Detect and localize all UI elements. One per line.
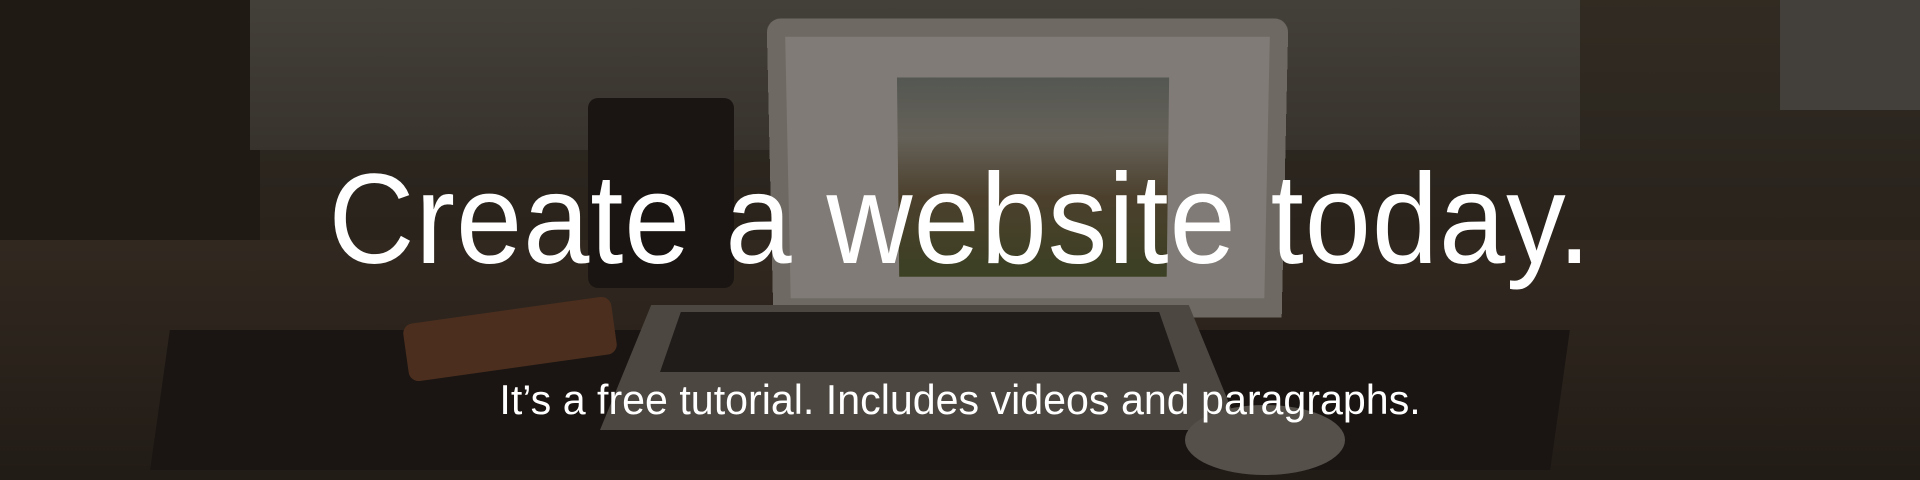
hero-banner: Create a website today. It’s a free tuto… [0,0,1920,480]
hero-subtitle-text: It’s a free tutorial. Includes videos an… [499,376,1421,423]
hero-title: Create a website today. [0,150,1920,290]
hero-subtitle: It’s a free tutorial. Includes videos an… [0,375,1920,425]
hero-title-text: Create a website today. [328,148,1592,291]
